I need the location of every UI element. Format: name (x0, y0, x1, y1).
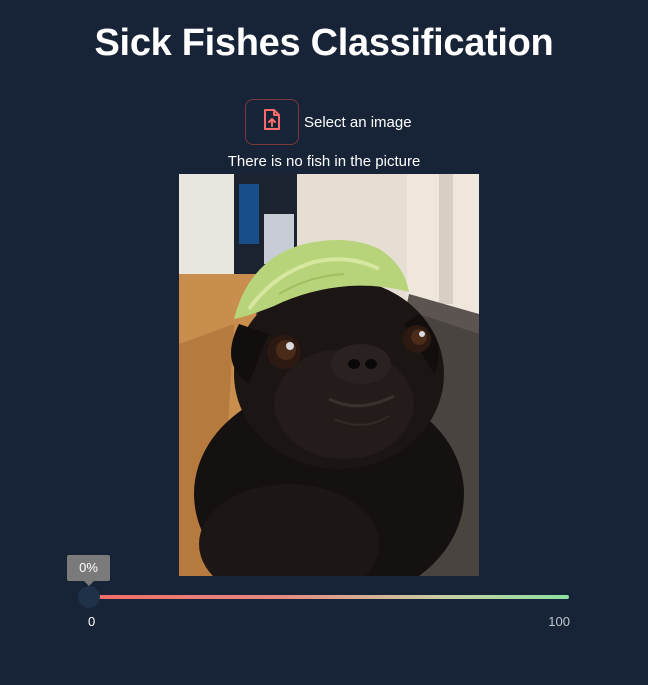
app-page: Sick Fishes Classification Select an ima… (0, 0, 648, 685)
slider-thumb[interactable] (78, 586, 100, 608)
slider-max-label: 100 (548, 614, 570, 629)
uploaded-photo (179, 174, 479, 576)
confidence-slider[interactable]: 0% 0 100 (67, 555, 570, 635)
slider-track[interactable] (88, 595, 569, 599)
image-uploader: Select an image (245, 98, 412, 146)
page-title: Sick Fishes Classification (94, 22, 554, 64)
upload-button[interactable] (245, 99, 299, 145)
file-upload-icon (262, 108, 282, 136)
classification-result: There is no fish in the picture (227, 153, 421, 170)
upload-label: Select an image (304, 113, 412, 131)
slider-value-tooltip: 0% (67, 555, 110, 586)
slider-min-label: 0 (88, 614, 96, 629)
